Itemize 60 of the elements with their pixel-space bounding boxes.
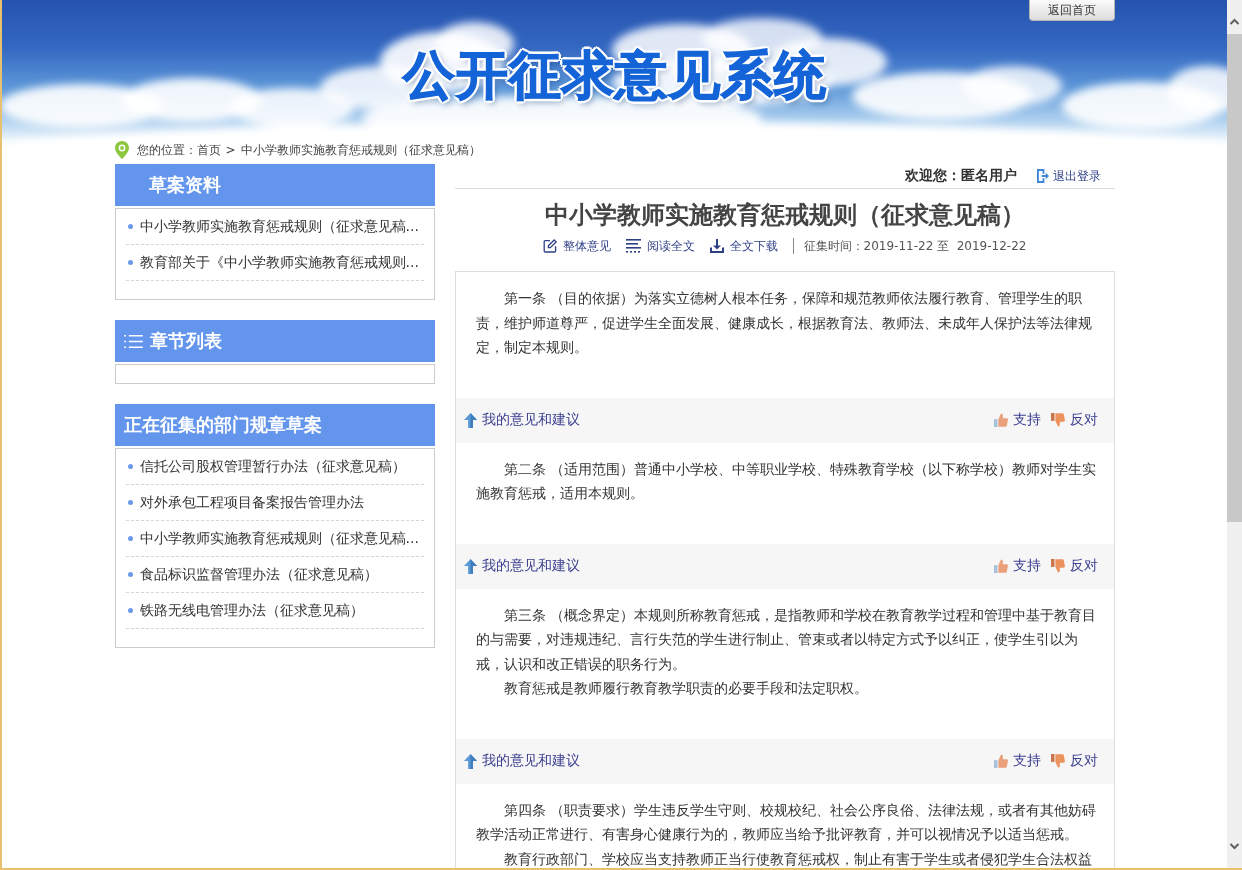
thumbs-up-icon — [993, 413, 1008, 427]
article-paragraph: 第四条 （职责要求）学生违反学生守则、校规校纪、社会公序良俗、法律法规，或者有其他妨碍教学活动正常进行、有害身心健康行为的，教师应当给予批评教育，并可以视情况予以适当惩戒。 — [475, 800, 1097, 844]
article-paragraph: 教育行政部门、学校应当支持教师正当行使教育惩戒权，制止有害于学生或者侵犯学生合法权益 — [502, 849, 1093, 868]
arrow-up-icon — [463, 558, 477, 574]
opinion-link[interactable]: 整体意见 — [542, 237, 611, 255]
thumbs-down-icon — [1050, 754, 1065, 768]
sidebar-link[interactable]: 教育部关于《中小学教师实施教育惩戒规则... — [125, 245, 424, 281]
comment-link[interactable]: 我的意见和建议 — [463, 411, 580, 429]
location-pin-icon — [114, 141, 129, 159]
document-title: 中小学教师实施教育惩戒规则（征求意见稿） — [543, 200, 1026, 231]
article-paragraph: 第二条 （适用范围）普通中小学校、中等职业学校、特殊教育学校（以下称学校）教师对学生实施教育惩戒，适用本规则。 — [475, 459, 1097, 503]
sidebar-link[interactable]: 食品标识监督管理办法（征求意见稿） — [125, 557, 424, 593]
bullet-icon — [127, 260, 133, 265]
bullet-icon — [127, 500, 133, 505]
article-paragraph: 教育惩戒是教师履行教育教学职责的必要手段和法定职权。 — [502, 679, 869, 698]
bullet-icon — [127, 464, 133, 469]
scrollbar-thumb[interactable] — [1227, 34, 1242, 522]
sidebar-link[interactable]: 中小学教师实施教育惩戒规则（征求意见稿... — [125, 521, 424, 557]
sidebar-link[interactable]: 铁路无线电管理办法（征求意见稿） — [125, 593, 424, 629]
bullet-icon — [127, 572, 133, 577]
read-full-text-link[interactable]: 阅读全文 — [625, 237, 695, 255]
support-link[interactable]: 支持 — [993, 557, 1041, 575]
thumbs-up-icon — [993, 754, 1008, 768]
download-link[interactable]: 全文下载 — [709, 237, 778, 255]
edit-icon — [542, 239, 557, 253]
breadcrumb-label: 您的位置： — [136, 141, 197, 159]
home-button[interactable]: 返回首页 — [1028, 0, 1115, 21]
thumbs-down-icon — [1050, 559, 1065, 573]
oppose-link[interactable]: 反对 — [1050, 557, 1098, 575]
list-icon — [123, 334, 143, 348]
panel-title: 正在征集的部门规章草案 — [123, 413, 322, 437]
sidebar-link[interactable]: 对外承包工程项目备案报告管理办法 — [125, 485, 424, 521]
bullet-icon — [127, 224, 133, 229]
panel-title: 草案资料 — [148, 173, 221, 197]
support-link[interactable]: 支持 — [993, 411, 1041, 429]
thumbs-down-icon — [1050, 413, 1065, 427]
text-lines-icon — [625, 239, 641, 253]
panel-title: 章节列表 — [149, 329, 222, 353]
arrow-up-icon — [463, 412, 477, 428]
collection-period: 征集时间：2019-11-22 至 2019-12-22 — [803, 237, 1027, 255]
thumbs-up-icon — [993, 559, 1008, 573]
article-paragraph: 第一条 （目的依据）为落实立德树人根本任务，保障和规范教师依法履行教育、管理学生的职责，维护师道尊严，促进学生全面发展、健康成长，根据教育法、教师法、未成年人保护法等法律规定，制定本规则。 — [475, 289, 1093, 357]
download-icon — [709, 239, 724, 253]
comment-link[interactable]: 我的意见和建议 — [463, 752, 580, 770]
support-link[interactable]: 支持 — [993, 752, 1041, 770]
sidebar-link[interactable]: 中小学教师实施教育惩戒规则（征求意见稿... — [125, 209, 424, 245]
bullet-icon — [127, 536, 133, 541]
logout-icon — [1036, 169, 1049, 183]
welcome-text: 欢迎您：匿名用户 — [904, 167, 1017, 185]
sidebar-link[interactable]: 信托公司股权管理暂行办法（征求意见稿） — [125, 449, 424, 485]
article-paragraph: 第三条 （概念界定）本规则所称教育惩戒，是指教师和学校在教育教学过程和管理中基于教育目的与需要，对违规违纪、言行失范的学生进行制止、管束或者以特定方式予以纠正，使学生引以为戒，认识和改正错误的职务行为。 — [475, 605, 1097, 674]
comment-link[interactable]: 我的意见和建议 — [463, 557, 580, 575]
breadcrumb-current: 中小学教师实施教育惩戒规则（征求意见稿） — [240, 141, 481, 159]
oppose-link[interactable]: 反对 — [1050, 411, 1098, 429]
breadcrumb-separator: > — [225, 143, 236, 157]
arrow-up-icon — [463, 753, 477, 769]
logout-link[interactable]: 退出登录 — [1036, 167, 1101, 185]
oppose-link[interactable]: 反对 — [1050, 752, 1098, 770]
breadcrumb-link[interactable]: 首页 — [196, 141, 221, 159]
bullet-icon — [127, 608, 133, 613]
